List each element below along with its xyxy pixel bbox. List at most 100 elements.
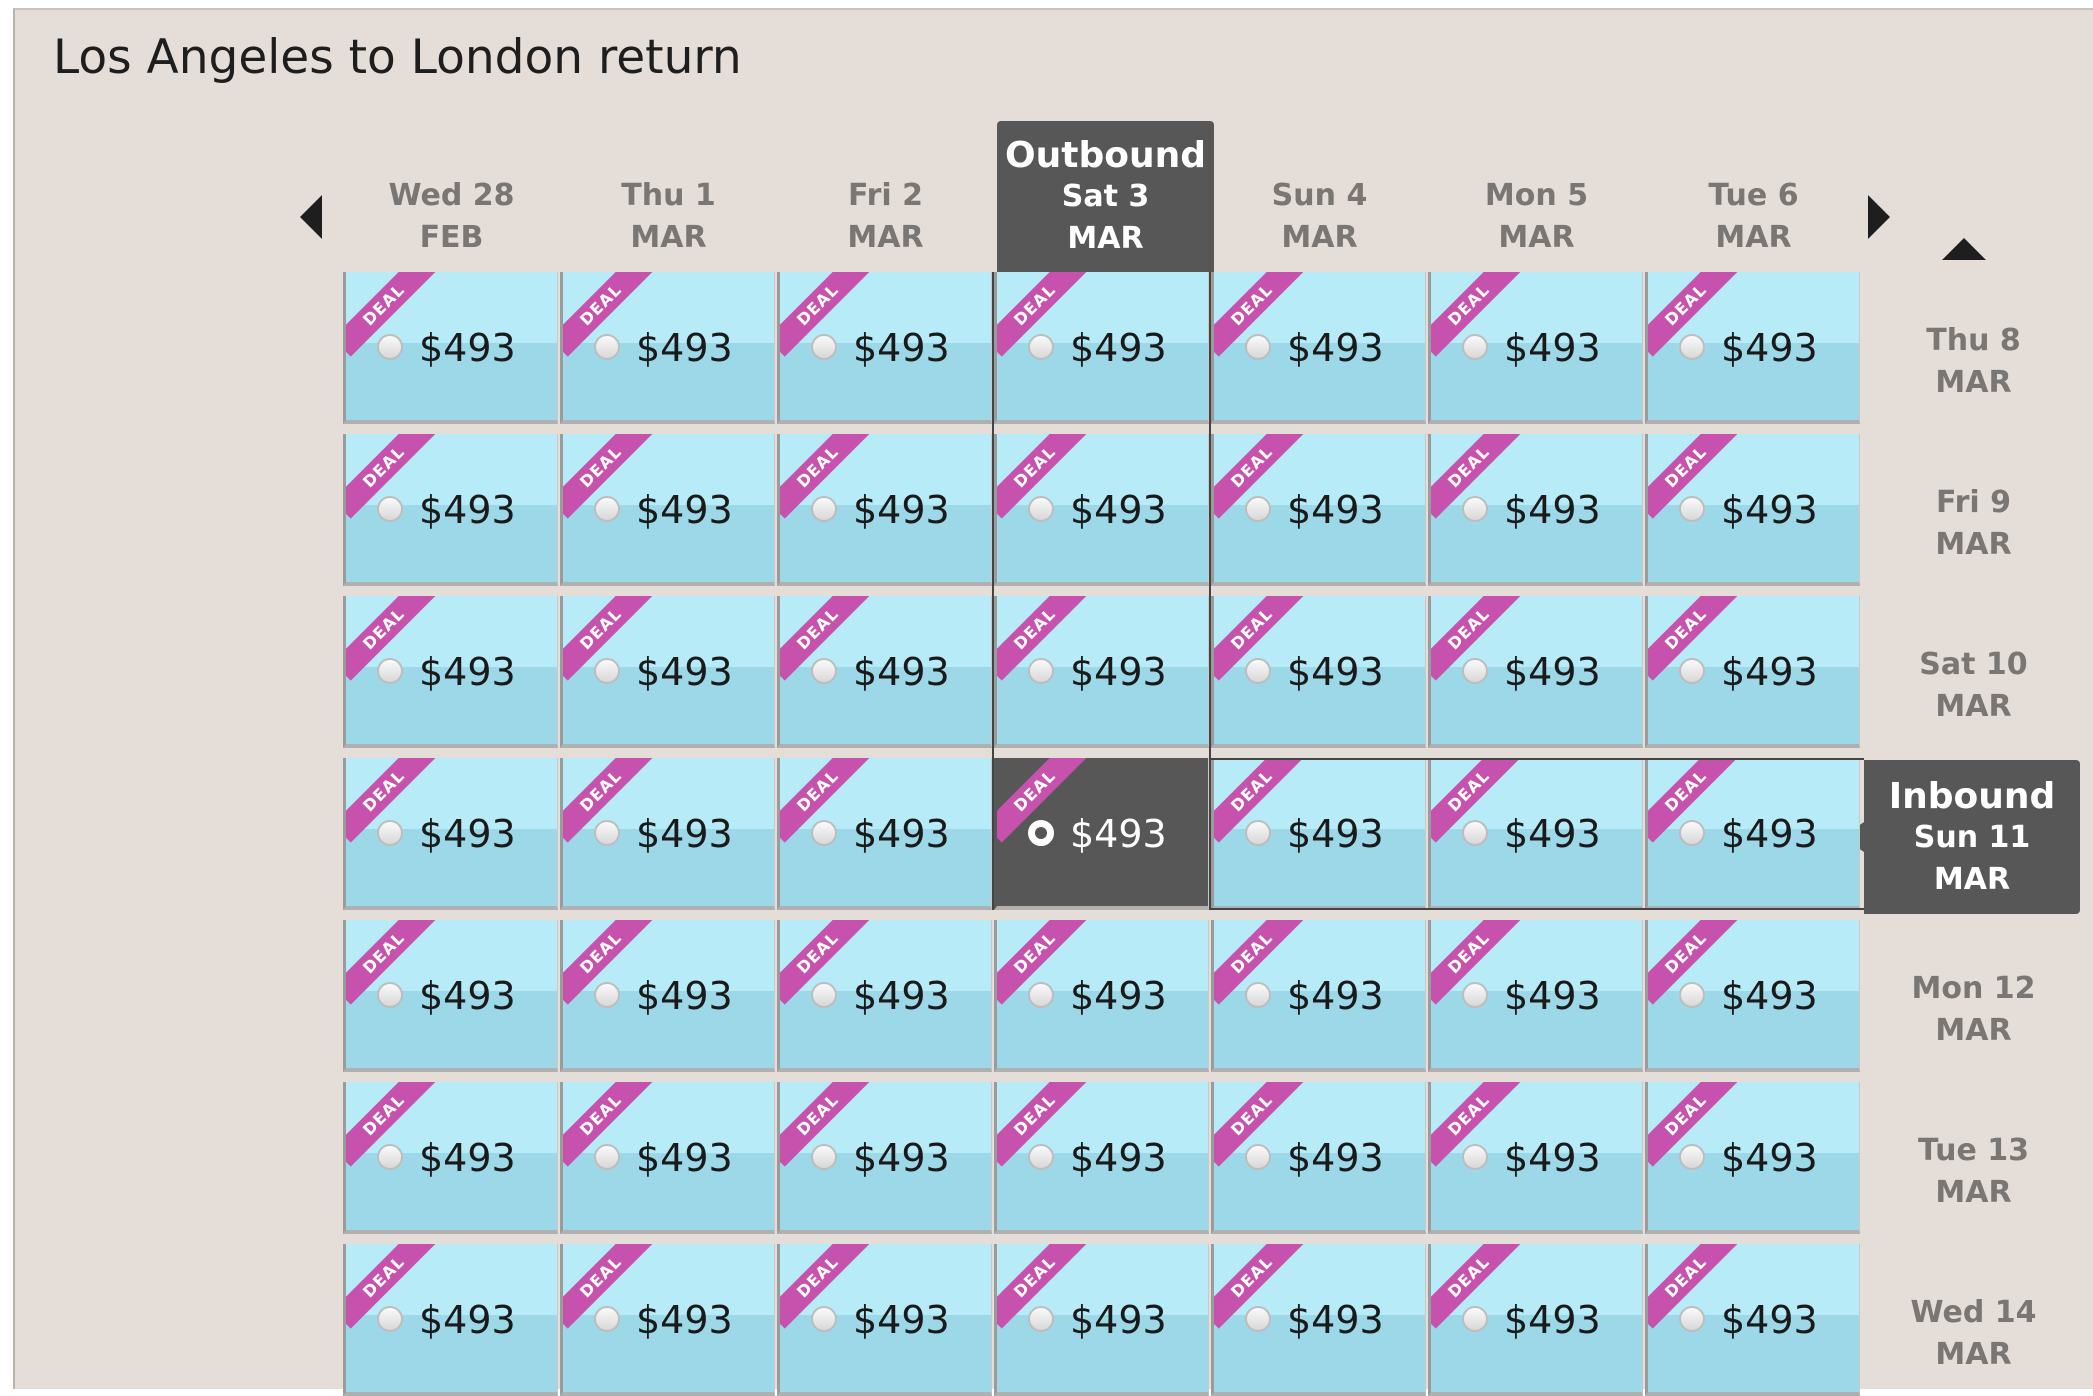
fare-cell[interactable]: DEAL $493: [1428, 434, 1643, 586]
fare-radio[interactable]: [1245, 334, 1271, 360]
fare-radio[interactable]: [811, 1306, 837, 1332]
fare-radio[interactable]: [377, 1144, 403, 1170]
fare-radio[interactable]: [811, 982, 837, 1008]
fare-cell[interactable]: DEAL $493: [560, 272, 775, 424]
fare-cell[interactable]: DEAL $493: [343, 1244, 558, 1396]
fare-cell[interactable]: DEAL $493: [1211, 1082, 1426, 1234]
fare-radio[interactable]: [1028, 658, 1054, 684]
fare-radio[interactable]: [1679, 334, 1705, 360]
fare-cell[interactable]: DEAL $493: [994, 1244, 1209, 1396]
fare-radio[interactable]: [1245, 982, 1271, 1008]
fare-cell[interactable]: DEAL $493: [777, 596, 992, 748]
fare-cell[interactable]: DEAL $493: [777, 272, 992, 424]
caret-right-icon[interactable]: [1868, 195, 1890, 239]
fare-cell[interactable]: DEAL $493: [1645, 434, 1860, 586]
fare-radio[interactable]: [1462, 1144, 1488, 1170]
fare-cell[interactable]: DEAL $493: [343, 596, 558, 748]
fare-cell[interactable]: DEAL $493: [777, 434, 992, 586]
fare-radio[interactable]: [1245, 820, 1271, 846]
fare-radio[interactable]: [1028, 982, 1054, 1008]
fare-radio[interactable]: [594, 1144, 620, 1170]
fare-radio[interactable]: [1679, 658, 1705, 684]
fare-cell[interactable]: DEAL $493: [343, 1082, 558, 1234]
fare-cell[interactable]: DEAL $493: [343, 758, 558, 910]
fare-cell[interactable]: DEAL $493: [1211, 920, 1426, 1072]
fare-cell[interactable]: DEAL $493: [1428, 1082, 1643, 1234]
fare-cell[interactable]: DEAL $493: [994, 596, 1209, 748]
fare-radio[interactable]: [594, 820, 620, 846]
fare-cell[interactable]: DEAL $493: [1428, 596, 1643, 748]
fare-radio[interactable]: [811, 820, 837, 846]
fare-cell[interactable]: DEAL $493: [560, 434, 775, 586]
fare-cell[interactable]: DEAL $493: [560, 1082, 775, 1234]
fare-cell[interactable]: DEAL $493: [994, 272, 1209, 424]
fare-cell[interactable]: DEAL $493: [1428, 272, 1643, 424]
fare-cell[interactable]: DEAL $493: [1211, 596, 1426, 748]
fare-radio[interactable]: [377, 658, 403, 684]
fare-cell[interactable]: DEAL $493: [777, 1244, 992, 1396]
fare-radio[interactable]: [1245, 1306, 1271, 1332]
fare-cell[interactable]: DEAL $493: [777, 758, 992, 910]
fare-cell[interactable]: DEAL $493: [1645, 758, 1860, 910]
fare-cell[interactable]: DEAL $493: [994, 434, 1209, 586]
fare-radio[interactable]: [1462, 982, 1488, 1008]
fare-cell[interactable]: DEAL $493: [1428, 1244, 1643, 1396]
fare-radio[interactable]: [377, 982, 403, 1008]
fare-cell[interactable]: DEAL $493: [560, 1244, 775, 1396]
fare-cell[interactable]: DEAL $493: [777, 1082, 992, 1234]
fare-radio[interactable]: [1028, 820, 1054, 846]
fare-radio[interactable]: [377, 334, 403, 360]
fare-radio[interactable]: [594, 496, 620, 522]
fare-radio[interactable]: [1245, 496, 1271, 522]
fare-cell[interactable]: DEAL $493: [1211, 758, 1426, 910]
fare-cell[interactable]: DEAL $493: [1645, 272, 1860, 424]
fare-cell[interactable]: DEAL $493: [1211, 1244, 1426, 1396]
fare-radio[interactable]: [1679, 820, 1705, 846]
fare-cell[interactable]: DEAL $493: [994, 758, 1209, 910]
fare-cell[interactable]: DEAL $493: [343, 920, 558, 1072]
fare-cell[interactable]: DEAL $493: [343, 272, 558, 424]
fare-cell[interactable]: DEAL $493: [560, 596, 775, 748]
fare-radio[interactable]: [1028, 496, 1054, 522]
fare-cell[interactable]: DEAL $493: [1428, 920, 1643, 1072]
fare-cell[interactable]: DEAL $493: [1211, 434, 1426, 586]
fare-radio[interactable]: [594, 334, 620, 360]
fare-radio[interactable]: [594, 1306, 620, 1332]
fare-cell[interactable]: DEAL $493: [1428, 758, 1643, 910]
fare-cell[interactable]: DEAL $493: [343, 434, 558, 586]
fare-radio[interactable]: [1679, 982, 1705, 1008]
fare-radio[interactable]: [1462, 820, 1488, 846]
fare-radio[interactable]: [377, 496, 403, 522]
fare-cell[interactable]: DEAL $493: [994, 920, 1209, 1072]
fare-radio[interactable]: [594, 658, 620, 684]
fare-radio[interactable]: [811, 496, 837, 522]
fare-radio[interactable]: [1679, 1306, 1705, 1332]
fare-radio[interactable]: [811, 334, 837, 360]
fare-radio[interactable]: [1028, 1144, 1054, 1170]
fare-radio[interactable]: [1245, 658, 1271, 684]
fare-radio[interactable]: [1462, 658, 1488, 684]
fare-cell[interactable]: DEAL $493: [777, 920, 992, 1072]
fare-cell[interactable]: DEAL $493: [994, 1082, 1209, 1234]
fare-cell[interactable]: DEAL $493: [560, 758, 775, 910]
fare-cell[interactable]: DEAL $493: [1645, 1244, 1860, 1396]
fare-radio[interactable]: [811, 658, 837, 684]
fare-radio[interactable]: [1245, 1144, 1271, 1170]
fare-radio[interactable]: [1462, 1306, 1488, 1332]
fare-cell[interactable]: DEAL $493: [1645, 920, 1860, 1072]
fare-radio[interactable]: [1028, 334, 1054, 360]
fare-cell[interactable]: DEAL $493: [1211, 272, 1426, 424]
fare-radio[interactable]: [1462, 496, 1488, 522]
caret-left-icon[interactable]: [300, 195, 322, 239]
caret-up-icon[interactable]: [1942, 238, 1986, 260]
fare-radio[interactable]: [1679, 496, 1705, 522]
fare-cell[interactable]: DEAL $493: [1645, 596, 1860, 748]
fare-cell[interactable]: DEAL $493: [1645, 1082, 1860, 1234]
fare-cell[interactable]: DEAL $493: [560, 920, 775, 1072]
fare-radio[interactable]: [377, 1306, 403, 1332]
fare-radio[interactable]: [377, 820, 403, 846]
fare-radio[interactable]: [1028, 1306, 1054, 1332]
fare-radio[interactable]: [594, 982, 620, 1008]
fare-radio[interactable]: [1462, 334, 1488, 360]
fare-radio[interactable]: [811, 1144, 837, 1170]
